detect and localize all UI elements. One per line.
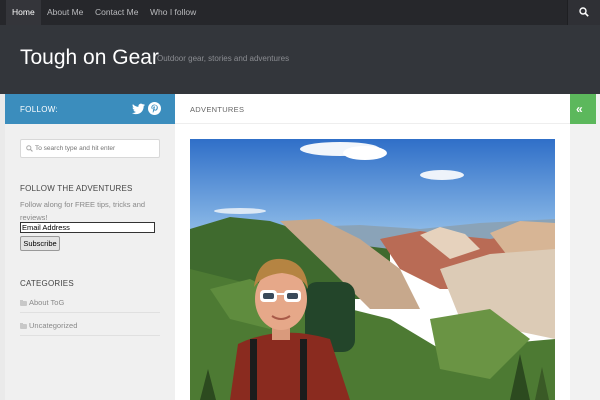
hiker-landscape-photo — [190, 139, 555, 400]
pinterest-icon[interactable] — [148, 102, 161, 115]
email-field[interactable] — [20, 222, 155, 233]
folder-icon — [20, 300, 27, 306]
search-icon — [579, 7, 589, 17]
categories-widget-title: CATEGORIES — [20, 279, 74, 288]
site-tagline: Outdoor gear, stories and adventures — [157, 54, 290, 63]
sidebar-search — [20, 139, 160, 158]
subscribe-widget-text: Follow along for FREE tips, tricks and r… — [20, 200, 146, 222]
nav-item-about-me[interactable]: About Me — [47, 0, 83, 25]
site-header: Tough on Gear Outdoor gear, stories and … — [0, 25, 600, 94]
breadcrumb: ADVENTURES — [190, 105, 245, 114]
search-input[interactable] — [35, 141, 155, 156]
nav-item-contact-me[interactable]: Contact Me — [95, 0, 138, 25]
right-sidebar — [570, 94, 600, 400]
nav-item-home[interactable]: Home — [6, 0, 41, 25]
subscribe-widget-title: FOLLOW THE ADVENTURES — [20, 184, 133, 193]
featured-post-image[interactable] — [190, 139, 555, 400]
follow-label: FOLLOW: — [20, 105, 58, 114]
main-header: ADVENTURES — [175, 94, 570, 124]
site-title[interactable]: Tough on Gear — [20, 45, 159, 71]
search-button[interactable] — [567, 0, 600, 25]
category-item[interactable]: About ToG — [20, 297, 160, 313]
category-item[interactable]: Uncategorized — [20, 320, 160, 336]
category-label: Uncategorized — [29, 321, 78, 330]
nav-item-who-i-follow[interactable]: Who I follow — [150, 0, 196, 25]
twitter-icon[interactable] — [132, 103, 145, 115]
folder-icon — [20, 323, 27, 329]
top-nav: Home About Me Contact Me Who I follow — [0, 0, 600, 25]
collapse-sidebar-button[interactable]: « — [570, 94, 596, 124]
search-icon — [26, 145, 33, 152]
double-chevron-icon: « — [576, 102, 582, 116]
subscribe-button[interactable]: Subscribe — [20, 236, 60, 251]
follow-bar: FOLLOW: — [5, 94, 175, 124]
category-label: About ToG — [29, 298, 65, 307]
